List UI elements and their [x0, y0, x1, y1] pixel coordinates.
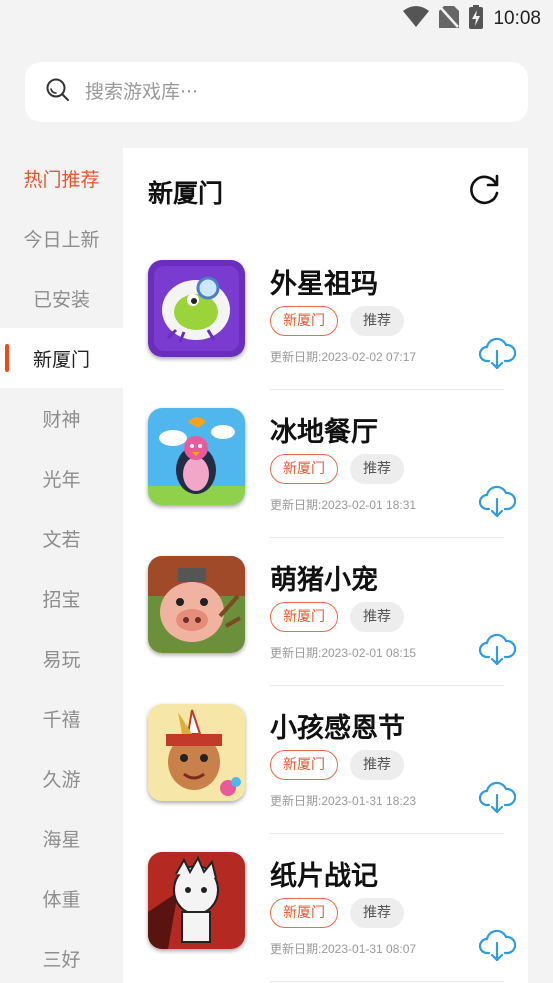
- region-tag: 新厦门: [270, 454, 338, 484]
- sidebar-item-label: 文若: [42, 528, 81, 551]
- refresh-button[interactable]: [468, 174, 502, 208]
- cloud-download-icon: [478, 781, 517, 818]
- game-icon-cute-pig[interactable]: [148, 556, 245, 653]
- cloud-download-icon: [478, 337, 517, 374]
- game-row[interactable]: 纸片战记 新厦门 推荐 更新日期:2023-01-31 08:07: [123, 834, 528, 982]
- region-tag: 新厦门: [270, 602, 338, 632]
- tag-row: 新厦门 推荐: [270, 602, 404, 632]
- sidebar-item-label: 财神: [42, 408, 81, 431]
- recommend-tag: 推荐: [350, 750, 404, 780]
- update-date: 更新日期:2023-02-02 07:17: [270, 350, 417, 364]
- game-list: 外星祖玛 新厦门 推荐 更新日期:2023-02-02 07:17 冰地餐厅 新…: [123, 242, 528, 982]
- region-tag: 新厦门: [270, 750, 338, 780]
- sidebar-item-label: 千禧: [42, 708, 81, 731]
- search-icon: [45, 77, 71, 107]
- search-input[interactable]: [85, 81, 485, 103]
- sidebar-item-label: 光年: [42, 468, 81, 491]
- cloud-download-icon: [478, 485, 517, 522]
- wifi-icon: [403, 6, 430, 32]
- sidebar-item-qianxi[interactable]: 千禧: [0, 688, 123, 748]
- sidebar-item-caishen[interactable]: 财神: [0, 388, 123, 448]
- game-title[interactable]: 外星祖玛: [270, 262, 378, 301]
- tag-row: 新厦门 推荐: [270, 454, 404, 484]
- game-list-panel: 新厦门 外星祖玛 新厦门 推荐 更新日期:2023-02-02 07:17 冰地…: [123, 148, 528, 983]
- battery-charging-icon: [469, 5, 484, 33]
- game-title[interactable]: 萌猪小宠: [270, 558, 378, 597]
- download-button[interactable]: [478, 928, 517, 962]
- sidebar-item-label: 新厦门: [32, 348, 90, 371]
- update-date: 更新日期:2023-01-31 18:23: [270, 794, 417, 808]
- download-button[interactable]: [478, 780, 517, 814]
- sidebar-item-label: 久游: [42, 768, 81, 791]
- sidebar-item-sanhao[interactable]: 三好: [0, 928, 123, 983]
- row-divider: [270, 981, 504, 982]
- sidebar-item-new-today[interactable]: 今日上新: [0, 208, 123, 268]
- recommend-tag: 推荐: [350, 454, 404, 484]
- sidebar-item-label: 已安装: [32, 288, 90, 311]
- game-icon-kid-thanksgiving[interactable]: [148, 704, 245, 801]
- region-tag: 新厦门: [270, 898, 338, 928]
- tag-row: 新厦门 推荐: [270, 898, 404, 928]
- update-date: 更新日期:2023-02-01 18:31: [270, 498, 417, 512]
- status-icons: 10:08: [403, 5, 541, 33]
- download-button[interactable]: [478, 336, 517, 370]
- game-title[interactable]: 纸片战记: [270, 854, 378, 893]
- refresh-icon: [468, 172, 502, 210]
- cloud-download-icon: [478, 929, 517, 966]
- game-icon-ice-restaurant[interactable]: [148, 408, 245, 505]
- region-tag: 新厦门: [270, 306, 338, 336]
- status-time: 10:08: [493, 8, 541, 29]
- sidebar-item-label: 体重: [42, 888, 81, 911]
- sidebar-item-guangnian[interactable]: 光年: [0, 448, 123, 508]
- sidebar-item-zhaobao[interactable]: 招宝: [0, 568, 123, 628]
- sidebar-item-xinxiamen[interactable]: 新厦门: [0, 328, 123, 388]
- recommend-tag: 推荐: [350, 898, 404, 928]
- sidebar-item-label: 易玩: [42, 648, 81, 671]
- status-bar: 10:08: [0, 0, 553, 40]
- sidebar-item-jiuyou[interactable]: 久游: [0, 748, 123, 808]
- game-row[interactable]: 小孩感恩节 新厦门 推荐 更新日期:2023-01-31 18:23: [123, 686, 528, 834]
- sidebar-item-wenruo[interactable]: 文若: [0, 508, 123, 568]
- sidebar-item-hot[interactable]: 热门推荐: [0, 148, 123, 208]
- sidebar-item-yiwan[interactable]: 易玩: [0, 628, 123, 688]
- panel-title: 新厦门: [148, 179, 224, 208]
- category-sidebar: 热门推荐 今日上新 已安装 新厦门 财神 光年 文若 招宝 易玩 千禧 久游 海…: [0, 148, 123, 983]
- update-date: 更新日期:2023-02-01 08:15: [270, 646, 417, 660]
- download-button[interactable]: [478, 632, 517, 666]
- no-sim-icon: [439, 5, 460, 33]
- update-date: 更新日期:2023-01-31 08:07: [270, 942, 417, 956]
- game-row[interactable]: 冰地餐厅 新厦门 推荐 更新日期:2023-02-01 18:31: [123, 390, 528, 538]
- recommend-tag: 推荐: [350, 602, 404, 632]
- recommend-tag: 推荐: [350, 306, 404, 336]
- cloud-download-icon: [478, 633, 517, 670]
- sidebar-item-label: 今日上新: [23, 228, 100, 251]
- sidebar-item-tizhong[interactable]: 体重: [0, 868, 123, 928]
- game-row[interactable]: 外星祖玛 新厦门 推荐 更新日期:2023-02-02 07:17: [123, 242, 528, 390]
- sidebar-item-label: 海星: [42, 828, 81, 851]
- game-title[interactable]: 小孩感恩节: [270, 706, 405, 745]
- download-button[interactable]: [478, 484, 517, 518]
- sidebar-item-label: 招宝: [42, 588, 81, 611]
- game-title[interactable]: 冰地餐厅: [270, 410, 378, 449]
- game-icon-alien-zuma[interactable]: [148, 260, 245, 357]
- sidebar-item-haixing[interactable]: 海星: [0, 808, 123, 868]
- tag-row: 新厦门 推荐: [270, 750, 404, 780]
- sidebar-item-installed[interactable]: 已安装: [0, 268, 123, 328]
- search-bar[interactable]: [25, 62, 528, 122]
- tag-row: 新厦门 推荐: [270, 306, 404, 336]
- game-row[interactable]: 萌猪小宠 新厦门 推荐 更新日期:2023-02-01 08:15: [123, 538, 528, 686]
- sidebar-item-label: 热门推荐: [23, 168, 100, 191]
- sidebar-item-label: 三好: [42, 948, 81, 971]
- game-icon-paper-war[interactable]: [148, 852, 245, 949]
